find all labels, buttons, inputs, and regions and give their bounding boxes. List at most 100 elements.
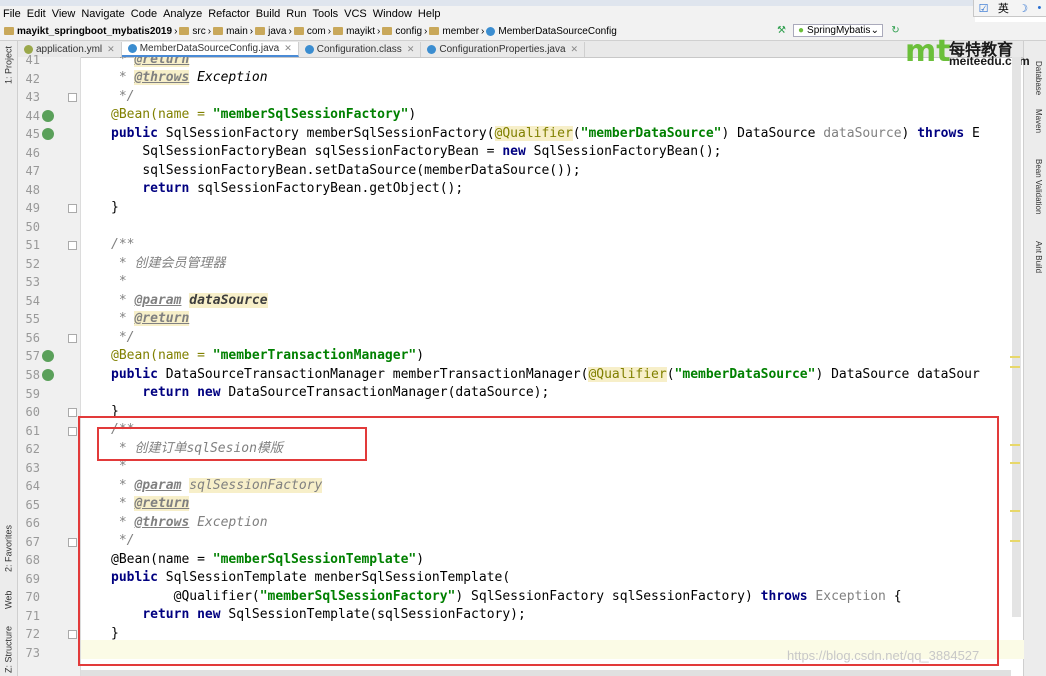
breadcrumb-label: member [442,25,480,37]
code-text: ) SqlSessionFactory sqlSessionFactory) [455,589,761,604]
horizontal-scrollbar[interactable] [81,670,1011,676]
dot-icon[interactable]: • [1037,2,1041,14]
breadcrumb-mayikt[interactable]: mayikt [331,26,377,37]
structure-tool-tab[interactable]: Z: Structure [0,625,17,673]
right-tool-strip: Database Maven Bean Validation Ant Build [1023,41,1046,676]
code-line-47: sqlSessionFactoryBean.setDataSource(memb… [111,162,580,181]
menu-help[interactable]: Help [415,6,444,22]
spring-bean-icon[interactable] [42,128,54,141]
code-text: ( [666,367,675,382]
menu-analyze[interactable]: Analyze [160,6,205,22]
string-literal: "memberTransactionManager" [212,348,417,363]
breadcrumb-java[interactable]: java [253,26,288,37]
fold-icon[interactable] [68,333,77,343]
spring-bean-icon[interactable] [42,350,54,363]
keyword: public [111,126,158,141]
comment-star: * [111,478,135,493]
parameter: dataSource [823,126,902,141]
fold-icon[interactable] [68,408,77,418]
menu-navigate[interactable]: Navigate [78,6,127,22]
checkbox-icon[interactable]: ☑ [979,2,989,15]
folder-icon [293,27,304,35]
breadcrumb-config[interactable]: config [380,26,424,37]
run-config-select[interactable]: ● SpringMybatis ⌄ [793,24,883,37]
javadoc-tag: @return [134,311,190,326]
ime-language[interactable]: 英 [998,0,1009,16]
spring-bean-icon[interactable] [42,109,54,122]
menu-file[interactable]: File [0,6,24,22]
line-number: 51 [25,238,40,253]
close-icon[interactable]: ✕ [407,44,415,55]
maven-tool-tab[interactable]: Maven [1027,109,1043,133]
close-icon[interactable]: ✕ [571,44,579,55]
code-text: SqlSessionFactoryBean sqlSessionFactoryB… [142,144,503,159]
moon-icon[interactable]: ☽ [1018,2,1028,15]
menu-edit[interactable]: Edit [24,6,49,22]
fold-icon[interactable] [68,630,77,640]
code-line-62: * 创建订单sqlSesion模版 [111,441,283,456]
menu-window[interactable]: Window [370,6,415,22]
fold-icon[interactable] [68,204,77,214]
line-number: 68 [25,553,40,568]
fold-icon[interactable] [68,241,77,251]
fold-icon[interactable] [68,537,77,547]
menu-view[interactable]: View [49,6,79,22]
ant-build-tool-tab[interactable]: Ant Build [1027,241,1043,273]
breadcrumb-com[interactable]: com [292,26,328,37]
fold-icon[interactable] [68,93,77,103]
tab-configuration-class[interactable]: Configuration.class ✕ [299,42,422,57]
menu-build[interactable]: Build [253,6,283,22]
tab-label: application.yml [36,44,103,55]
breadcrumb-project[interactable]: mayikt_springboot_mybatis2019 [0,26,174,37]
line-number: 50 [25,219,40,234]
keyword: new [197,607,221,622]
breadcrumb-class[interactable]: MemberDataSourceConfig [484,26,618,37]
menu-run[interactable]: Run [283,6,309,22]
close-icon[interactable]: ✕ [107,44,115,55]
annotation: @Bean(name = [111,552,213,567]
vertical-scrollbar[interactable] [1012,57,1021,617]
refresh-icon[interactable]: ↻ [890,25,901,36]
folder-icon [333,27,344,35]
code-line-48: return sqlSessionFactoryBean.getObject()… [111,180,463,199]
bean-validation-tool-tab[interactable]: Bean Validation [1027,159,1043,214]
annotation: @Bean(name = [111,107,213,122]
code-editor[interactable]: * @return * @throws Exception */ @Bean(n… [81,57,1024,676]
breadcrumb-label: src [192,25,206,37]
breadcrumb-src[interactable]: src [177,26,207,37]
comment-star: * [111,515,135,530]
left-tool-strip: 1: Project 2: Favorites Web Z: Structure [0,41,18,676]
line-number: 71 [25,608,40,623]
hammer-icon[interactable]: ⚒ [776,25,787,36]
breadcrumb-main[interactable]: main [211,26,250,37]
tab-configuration-properties[interactable]: ConfigurationProperties.java ✕ [421,42,586,57]
web-tool-tab[interactable]: Web [0,589,17,611]
tab-member-datasource-config[interactable]: MemberDataSourceConfig.java ✕ [121,42,299,57]
keyword: return [142,181,190,196]
code-line-67: */ [111,533,135,548]
menu-code[interactable]: Code [128,6,160,22]
javadoc-tag: @return [134,496,190,511]
breadcrumb-member[interactable]: member [427,26,481,37]
scroll-marker [1010,510,1020,512]
close-icon[interactable]: ✕ [284,43,292,54]
favorites-tool-tab[interactable]: 2: Favorites [0,517,17,579]
annotation: @Bean(name = [111,348,213,363]
project-tool-tab[interactable]: 1: Project [0,45,17,85]
class-icon [304,45,314,54]
paren: ) [416,348,425,363]
menu-vcs[interactable]: VCS [341,6,370,22]
breadcrumb-label: java [268,25,287,37]
breadcrumb-label: mayikt [346,25,375,37]
line-number: 49 [25,201,40,216]
menu-refactor[interactable]: Refactor [205,6,253,22]
code-line-53: * [111,274,127,289]
class-icon [486,26,496,36]
menu-tools[interactable]: Tools [309,6,341,22]
keyword: public [111,570,158,585]
fold-icon[interactable] [68,426,77,436]
comment-star: * [111,70,135,85]
spring-bean-icon[interactable] [42,369,54,381]
code-text: ( [572,126,581,141]
keyword: new [197,385,221,400]
